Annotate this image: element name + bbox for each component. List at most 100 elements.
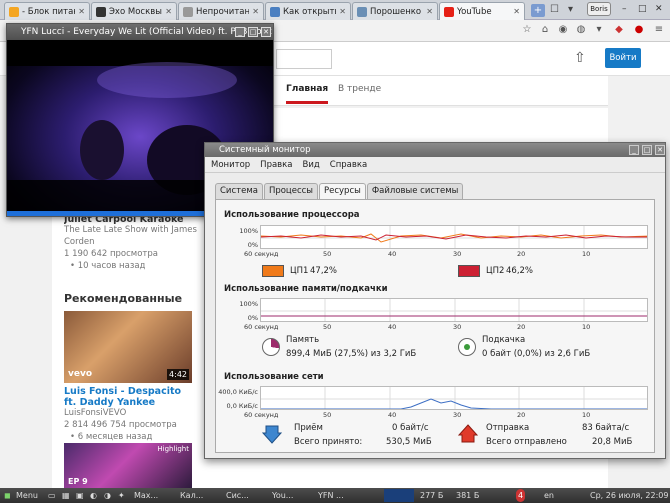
rec-video-title[interactable]: Luis Fonsi - Despacito ft. Daddy Yankee — [64, 386, 194, 408]
network-section-title: Использование сети — [224, 372, 324, 382]
cpu-ytick-min: 0% — [247, 241, 258, 249]
net-xtick: 20 — [517, 411, 526, 419]
clock[interactable]: Ср, 26 июля, 22:09 — [590, 489, 668, 502]
tab-1[interactable]: - Блок питан ✕ — [4, 2, 90, 20]
download-arrow-icon[interactable] — [262, 424, 282, 444]
upload-icon[interactable]: ⇧ — [574, 50, 586, 66]
search-input[interactable] — [276, 49, 332, 69]
tab-processes[interactable]: Процессы — [263, 183, 318, 199]
maximize-icon[interactable]: □ — [248, 27, 258, 37]
tab-favicon — [9, 6, 19, 17]
tab-trending[interactable]: В тренде — [338, 84, 381, 94]
adblock-icon[interactable]: ● — [632, 24, 646, 38]
menu-edit[interactable]: Правка — [260, 157, 292, 172]
tab-label: - Блок питан — [22, 6, 76, 17]
tab-6-youtube[interactable]: YouTube ✕ — [439, 2, 525, 20]
close-icon[interactable]: ✕ — [426, 7, 433, 16]
tab-3[interactable]: Непрочитан ✕ — [178, 2, 264, 20]
youtube-favicon — [444, 6, 454, 17]
taskbar-app-yfn[interactable]: YFN ... — [318, 489, 358, 502]
video-thumbnail-2[interactable]: EP 9 Highlight — [64, 443, 192, 490]
close-icon[interactable]: ✕ — [252, 7, 259, 16]
minimize-icon[interactable]: – — [622, 4, 627, 14]
home-icon[interactable]: ⌂ — [538, 24, 552, 38]
tab-2[interactable]: Эхо Москвы: ✕ — [91, 2, 177, 20]
taskbar-app-youtube[interactable]: You... — [272, 489, 312, 502]
memory-pie-icon[interactable] — [262, 338, 280, 356]
cpu2-value: 46,2% — [506, 266, 534, 276]
cpu-xtick: 60 секунд — [244, 250, 279, 258]
video-channel[interactable]: The Late Late Show with James Corden — [64, 224, 204, 248]
bookmark-icon[interactable]: ☐ — [550, 4, 559, 15]
tab-resources[interactable]: Ресурсы — [319, 183, 366, 200]
net-xtick: 50 — [323, 411, 332, 419]
tab-home[interactable]: Главная — [286, 84, 329, 104]
mem-ytick-min: 0% — [247, 314, 258, 322]
minimize-icon[interactable]: _ — [629, 145, 639, 155]
close-icon[interactable]: ✕ — [165, 7, 172, 16]
minimize-icon[interactable]: _ — [235, 27, 245, 37]
network-graph-applet — [384, 489, 414, 502]
cpu-xtick: 50 — [323, 250, 332, 258]
firefox-icon[interactable]: ◑ — [104, 489, 111, 502]
show-desktop-icon[interactable]: ▭ — [48, 489, 56, 502]
menu-icon[interactable]: ≡ — [652, 24, 666, 38]
video-thumbnail[interactable]: vevo 4:42 — [64, 311, 192, 383]
taskbar-app-calc[interactable]: Кал... — [180, 489, 220, 502]
close-window-icon[interactable]: ✕ — [655, 4, 663, 14]
close-icon[interactable]: ✕ — [513, 7, 520, 16]
taskbar-app-sysmon[interactable]: Сис... — [226, 489, 266, 502]
menu-icon[interactable]: ◼ — [4, 489, 11, 502]
dropdown-icon[interactable]: ▾ — [592, 24, 606, 38]
swap-label: Подкачка — [482, 335, 526, 345]
taskbar-app-max[interactable]: Max... — [134, 489, 174, 502]
browser-icon[interactable]: ◐ — [90, 489, 97, 502]
rec-video-views: 2 814 496 754 просмотра — [64, 420, 177, 430]
swap-pie-icon[interactable] — [458, 338, 476, 356]
start-menu-button[interactable]: Menu — [16, 489, 38, 502]
memory-value: 899,4 МиБ (27,5%) из 3,2 ГиБ — [286, 349, 417, 359]
close-icon[interactable]: ✕ — [78, 7, 85, 16]
menu-view[interactable]: Вид — [303, 157, 320, 172]
lang-indicator[interactable]: en — [544, 489, 554, 502]
rec-video-channel[interactable]: LuisFonsiVEVO — [64, 407, 126, 419]
tab-favicon — [183, 6, 193, 17]
notification-badge[interactable]: 4 — [516, 489, 526, 502]
memory-graph — [260, 298, 648, 322]
section-title: Рекомендованные — [64, 292, 183, 305]
user-badge[interactable]: Boris — [587, 2, 611, 16]
login-button[interactable]: Войти — [605, 48, 641, 68]
star-icon[interactable]: ☆ — [520, 24, 534, 38]
close-icon[interactable]: ✕ — [339, 7, 346, 16]
episode-label: EP 9 — [68, 477, 88, 486]
maximize-icon[interactable]: □ — [638, 4, 647, 14]
player-titlebar[interactable]: YFN Lucci - Everyday We Lit (Official Vi… — [7, 24, 273, 40]
close-icon[interactable]: ✕ — [261, 27, 271, 37]
cpu1-color-button[interactable] — [262, 265, 284, 277]
tab-4[interactable]: Как открыть ✕ — [265, 2, 351, 20]
sysmon-titlebar[interactable]: Системный монитор _ □ ✕ — [205, 143, 665, 157]
net-xtick: 30 — [453, 411, 462, 419]
mem-xtick: 50 — [323, 323, 332, 331]
terminal-icon[interactable]: ▣ — [76, 489, 84, 502]
swap-value: 0 байт (0,0%) из 2,6 ГиБ — [482, 349, 591, 359]
cpu-graph — [260, 225, 648, 249]
user-switch-icon[interactable]: ▾ — [568, 4, 573, 15]
menu-monitor[interactable]: Монитор — [211, 157, 250, 172]
tab-5[interactable]: Порошенко ✕ — [352, 2, 438, 20]
cpu2-color-button[interactable] — [458, 265, 480, 277]
extension-icon[interactable]: ◉ — [556, 24, 570, 38]
file-manager-icon[interactable]: ▦ — [62, 489, 70, 502]
maximize-icon[interactable]: □ — [642, 145, 652, 155]
cpu2-label: ЦП2 — [486, 266, 505, 276]
upload-arrow-icon[interactable] — [458, 424, 478, 444]
resources-panel: Использование процессора 100% 0% 60 секу… — [215, 199, 655, 453]
ublock-icon[interactable]: ◆ — [612, 24, 626, 38]
menu-help[interactable]: Справка — [330, 157, 367, 172]
tab-filesystems[interactable]: Файловые системы — [366, 183, 464, 199]
close-icon[interactable]: ✕ — [655, 145, 665, 155]
globe-icon[interactable]: ◍ — [574, 24, 588, 38]
new-tab-button[interactable]: + — [531, 4, 545, 17]
tab-system[interactable]: Система — [215, 183, 263, 199]
settings-icon[interactable]: ✦ — [118, 489, 125, 502]
